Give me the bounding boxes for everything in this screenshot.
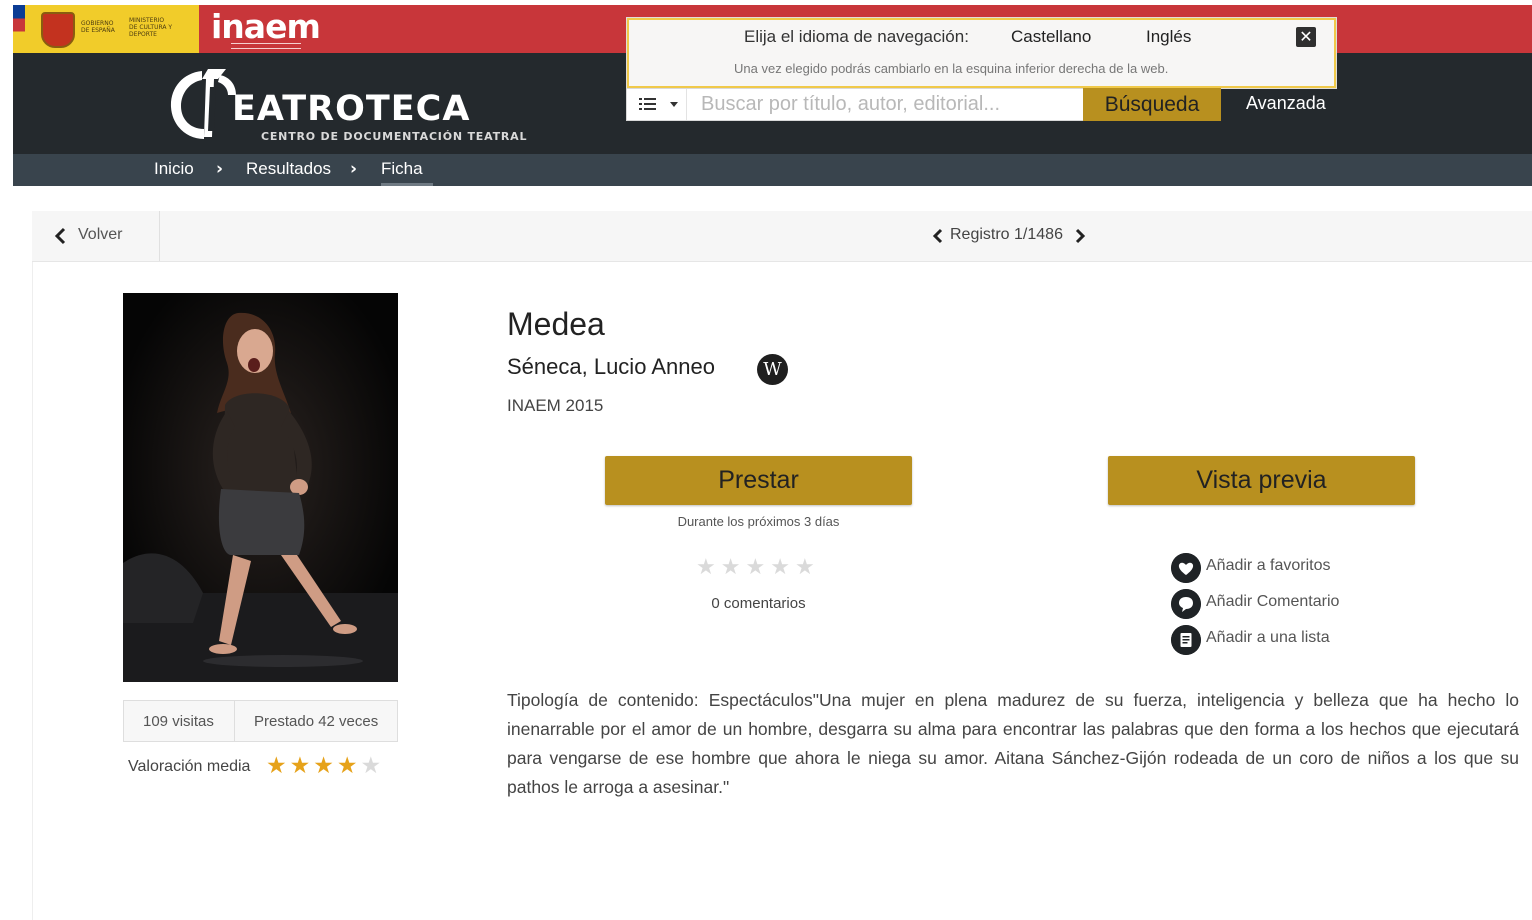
breadcrumb-resultados[interactable]: Resultados <box>246 159 331 179</box>
content-left-border <box>32 262 33 920</box>
average-rating-label: Valoración media <box>128 758 251 775</box>
performance-photo <box>123 293 398 682</box>
star-icon[interactable]: ★ <box>770 555 795 580</box>
search-input[interactable] <box>689 89 1081 120</box>
star-icon[interactable]: ★ <box>745 555 770 580</box>
back-label: Volver <box>78 226 123 243</box>
star-icon: ★ <box>313 753 337 779</box>
breadcrumb: Inicio › Resultados › Ficha <box>13 154 1532 186</box>
search-bar: Búsqueda <box>626 88 1221 121</box>
advanced-search-link[interactable]: Avanzada <box>1246 93 1326 114</box>
record-counter: Registro 1/1486 <box>950 226 1063 243</box>
breadcrumb-active-indicator <box>381 183 433 186</box>
record-author[interactable]: Séneca, Lucio Anneo <box>507 354 715 380</box>
inaem-logo-text: inaem <box>211 7 321 46</box>
average-rating-stars: ★★★★★ <box>266 753 384 779</box>
add-favorite-label: Añadir a favoritos <box>1206 557 1331 574</box>
add-to-list-label: Añadir a una lista <box>1206 629 1330 646</box>
search-button[interactable]: Búsqueda <box>1083 88 1221 121</box>
loan-duration-note: Durante los próximos 3 días <box>677 514 840 529</box>
add-comment-label: Añadir Comentario <box>1206 593 1340 610</box>
heart-icon <box>1171 553 1201 583</box>
star-icon: ★ <box>360 753 385 779</box>
record-publisher: INAEM 2015 <box>507 396 604 415</box>
star-icon[interactable]: ★ <box>721 555 746 580</box>
preview-button[interactable]: Vista previa <box>1108 456 1415 505</box>
chevron-right-icon: › <box>216 159 224 179</box>
search-type-dropdown[interactable] <box>627 89 687 120</box>
star-icon[interactable]: ★ <box>795 555 820 580</box>
star-icon: ★ <box>336 753 361 779</box>
record-title: Medea <box>507 306 605 342</box>
list-icon <box>639 98 678 110</box>
teatroteca-emblem-icon <box>170 69 236 139</box>
app-root: GOBIERNO DE ESPAÑA MINISTERIO DE CULTURA… <box>0 0 1532 920</box>
record-description: Tipología de contenido: Espectáculos"Una… <box>507 690 1519 797</box>
chevron-down-icon <box>670 102 678 107</box>
stats-divider <box>234 701 235 741</box>
loans-count: Prestado 42 veces <box>254 713 379 730</box>
chevron-right-icon: › <box>350 159 358 179</box>
previous-record-icon[interactable] <box>932 228 944 244</box>
language-note: Una vez elegido podrás cambiarlo en la e… <box>734 61 1169 76</box>
record-navigation-bar: Volver Registro 1/1486 <box>32 211 1532 262</box>
breadcrumb-ficha: Ficha <box>381 159 423 178</box>
user-rating-stars[interactable]: ★★★★★ <box>696 555 820 580</box>
star-icon: ★ <box>289 753 314 779</box>
language-option-castellano[interactable]: Castellano <box>1011 27 1091 47</box>
borrow-button[interactable]: Prestar <box>605 456 912 505</box>
visits-count: 109 visitas <box>143 713 214 730</box>
language-popup: Elija el idioma de navegación: Castellan… <box>626 17 1337 89</box>
coat-of-arms-icon <box>41 12 75 48</box>
back-button[interactable]: Volver <box>32 211 160 261</box>
list-add-icon <box>1171 625 1201 655</box>
inaem-logo-subline <box>231 43 301 49</box>
language-option-ingles[interactable]: Inglés <box>1146 27 1191 47</box>
teatroteca-subtitle: CENTRO DE DOCUMENTACIÓN TEATRAL <box>261 130 528 143</box>
gov-logo-text: GOBIERNO DE ESPAÑA <box>81 20 115 34</box>
star-icon[interactable]: ★ <box>696 555 721 580</box>
flag-stripe <box>13 5 25 53</box>
wikipedia-icon[interactable]: W <box>757 354 788 385</box>
government-logo[interactable]: GOBIERNO DE ESPAÑA MINISTERIO DE CULTURA… <box>13 5 199 53</box>
cover-image[interactable] <box>123 293 398 682</box>
language-question: Elija el idioma de navegación: <box>744 27 969 46</box>
ministry-logo-text: MINISTERIO DE CULTURA Y DEPORTE <box>129 17 173 38</box>
teatroteca-wordmark: EATROTECA <box>232 89 471 129</box>
chevron-left-icon <box>54 227 66 245</box>
comment-icon <box>1171 589 1201 619</box>
next-record-icon[interactable] <box>1074 228 1086 244</box>
record-stats: 109 visitas Prestado 42 veces <box>123 700 398 742</box>
comments-count[interactable]: 0 comentarios <box>605 595 912 612</box>
breadcrumb-inicio[interactable]: Inicio <box>154 159 194 179</box>
close-icon[interactable]: ✕ <box>1296 27 1316 47</box>
star-icon: ★ <box>266 753 290 779</box>
